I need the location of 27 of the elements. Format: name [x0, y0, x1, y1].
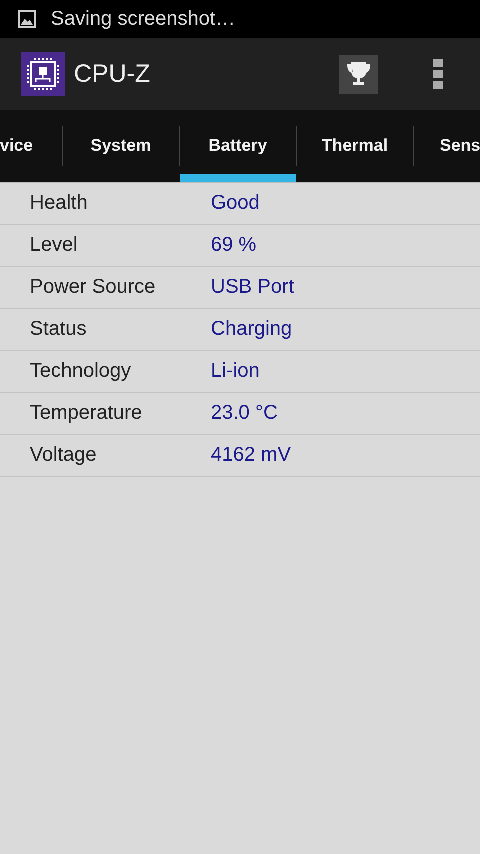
property-label: Temperature [29, 402, 144, 425]
property-label: Health [29, 192, 89, 215]
property-value: Good [211, 192, 260, 215]
property-label: Voltage [29, 444, 98, 467]
tab[interactable]: Sens [414, 110, 480, 182]
app-title: CPU-Z [74, 60, 150, 88]
property-label: Technology [29, 360, 132, 383]
chip-icon [21, 52, 65, 96]
tab[interactable]: System [63, 110, 179, 182]
property-value: Charging [211, 318, 292, 341]
property-value: Li-ion [211, 360, 260, 383]
trophy-button[interactable] [339, 54, 378, 94]
property-label: Status [29, 318, 88, 341]
property-label: Power Source [29, 276, 157, 299]
notification-text: Saving screenshot… [51, 8, 236, 30]
tab[interactable]: Battery [180, 110, 296, 182]
tab[interactable]: vice [0, 110, 62, 182]
image-icon [18, 10, 36, 28]
property-value: 4162 mV [211, 444, 292, 467]
menu-icon [433, 59, 443, 89]
overflow-menu-button[interactable] [433, 59, 443, 89]
property-label: Level [29, 234, 79, 257]
property-value: 69 % [211, 234, 257, 257]
property-value: 23.0 °C [211, 402, 278, 425]
property-value: USB Port [211, 276, 294, 299]
tab[interactable]: Thermal [297, 110, 413, 182]
trophy-icon [344, 60, 372, 88]
